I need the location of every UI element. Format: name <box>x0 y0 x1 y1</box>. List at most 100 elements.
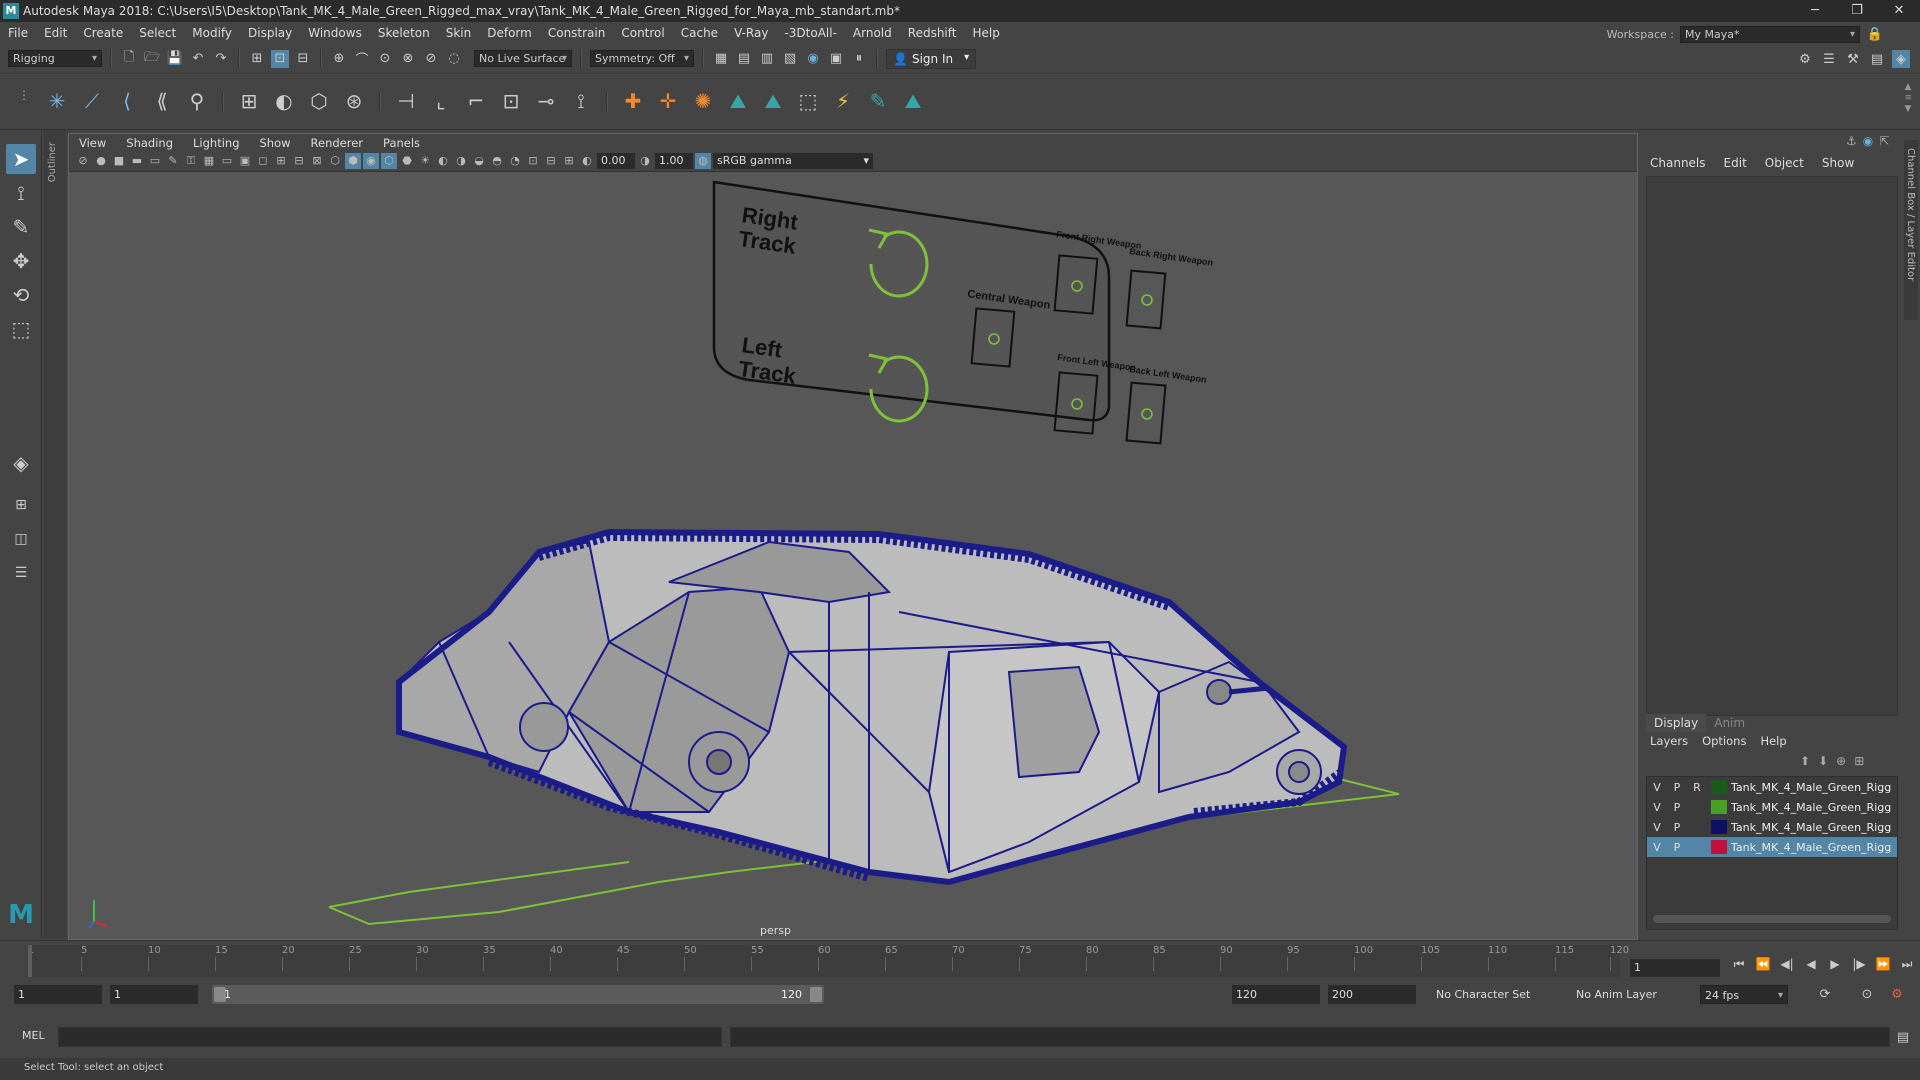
layer-editor-icon[interactable]: ◈ <box>1892 50 1910 68</box>
layer-row[interactable]: V P Tank_MK_4_Male_Green_Rigged <box>1647 817 1897 837</box>
auto-key-icon[interactable]: ⊙ <box>1858 985 1876 1003</box>
playback-end-field[interactable]: 120 <box>1232 985 1320 1004</box>
channel-options-icon[interactable]: ◉ <box>1863 134 1873 148</box>
restore-button[interactable]: ❐ <box>1836 0 1878 22</box>
color-space-dropdown[interactable]: sRGB gamma <box>713 153 873 169</box>
le-tab-display[interactable]: Display <box>1646 714 1707 732</box>
menu-3dtoall[interactable]: -3DtoAll- <box>776 26 844 40</box>
time-slider[interactable]: 1 5 10 15 20 25 30 35 40 45 50 55 60 65 … <box>0 940 1920 980</box>
single-perspective-icon[interactable]: ⊞ <box>6 490 36 520</box>
constraint-aim-icon[interactable]: ⊸ <box>533 88 559 114</box>
snap-grid-icon[interactable]: ⊕ <box>330 50 348 68</box>
layer-list-scrollbar[interactable] <box>1653 915 1891 923</box>
hypershade-icon[interactable]: ◉ <box>804 50 822 68</box>
expand-icon[interactable]: ⇱ <box>1879 134 1889 148</box>
humanik-icon[interactable]: ⚲ <box>184 88 210 114</box>
render-frame-icon[interactable]: ▦ <box>712 50 730 68</box>
paint-select-icon[interactable]: ✎ <box>6 212 36 242</box>
ik-spline-icon[interactable]: ⟨ <box>114 88 140 114</box>
layer-playback-toggle[interactable]: P <box>1667 801 1687 814</box>
tool-settings-icon[interactable]: ⚒ <box>1844 50 1862 68</box>
play-forward-icon[interactable]: ▶ <box>1826 957 1844 972</box>
loop-icon[interactable]: ⟳ <box>1816 985 1834 1003</box>
move-tool-icon[interactable]: ✥ <box>6 246 36 276</box>
ik-handle-icon[interactable]: ⟋ <box>79 88 105 114</box>
step-back-frame-icon[interactable]: ◀| <box>1778 957 1796 972</box>
color-management-icon[interactable]: ◍ <box>695 153 711 169</box>
camera-attr-icon[interactable]: ● <box>93 153 109 169</box>
menu-control[interactable]: Control <box>613 26 672 40</box>
menu-file[interactable]: File <box>0 26 36 40</box>
vp-menu-shading[interactable]: Shading <box>116 136 183 150</box>
sign-in-button[interactable]: 👤 Sign In <box>886 48 977 69</box>
layer-visibility-toggle[interactable]: V <box>1647 801 1667 814</box>
vp-menu-lighting[interactable]: Lighting <box>183 136 249 150</box>
minimize-button[interactable]: ─ <box>1794 0 1836 22</box>
step-back-key-icon[interactable]: ⏪ <box>1754 957 1772 972</box>
preferences-icon[interactable]: ⚙ <box>1888 985 1906 1003</box>
menu-set-dropdown[interactable]: Rigging <box>8 50 102 67</box>
cb-tab-show[interactable]: Show <box>1822 156 1854 170</box>
layer-visibility-toggle[interactable]: V <box>1647 781 1667 794</box>
snap-point-icon[interactable]: ⊙ <box>376 50 394 68</box>
shelf-options-icon[interactable]: ≡ <box>1904 93 1912 104</box>
pause-icon[interactable]: ⏸ <box>850 50 868 68</box>
live-surface-dropdown[interactable]: No Live Surface <box>474 50 572 67</box>
go-to-start-icon[interactable]: ⏮ <box>1730 957 1748 972</box>
scale-tool-icon[interactable]: ⬚ <box>6 314 36 344</box>
attribute-editor-icon[interactable]: ☰ <box>1820 50 1838 68</box>
gamma-field[interactable]: 1.00 <box>655 153 693 169</box>
smooth-shade-icon[interactable]: ⬢ <box>345 153 361 169</box>
xray-icon[interactable]: ⬣ <box>399 153 415 169</box>
layer-row[interactable]: V P R Tank_MK_4_Male_Green_Rigged <box>1647 777 1897 797</box>
cb-tab-channels[interactable]: Channels <box>1650 156 1706 170</box>
menu-deform[interactable]: Deform <box>479 26 540 40</box>
field-chart-icon[interactable]: ⊞ <box>273 153 289 169</box>
animation-start-field[interactable]: 1 <box>14 985 102 1004</box>
range-end-handle[interactable] <box>810 987 822 1002</box>
menu-skeleton[interactable]: Skeleton <box>370 26 438 40</box>
menu-redshift[interactable]: Redshift <box>900 26 965 40</box>
current-frame-field[interactable]: 1 <box>1630 959 1720 977</box>
lock-icon[interactable]: 🔒 <box>1866 25 1884 43</box>
menu-constrain[interactable]: Constrain <box>540 26 614 40</box>
exposure-field[interactable]: 0.00 <box>597 153 635 169</box>
symmetry-dropdown[interactable]: Symmetry: Off <box>590 50 694 67</box>
workspace-dropdown[interactable]: My Maya* <box>1680 25 1860 43</box>
mel-label[interactable]: MEL <box>22 1029 45 1042</box>
xray-active-icon[interactable]: ⊞ <box>561 153 577 169</box>
image-plane-icon[interactable]: ▬ <box>129 153 145 169</box>
move-layer-down-icon[interactable]: ⬇ <box>1818 754 1828 768</box>
layer-row[interactable]: V P Tank_MK_4_Male_Green_Rigged <box>1647 837 1897 857</box>
character-set-dropdown[interactable]: No Character Set <box>1436 985 1530 1004</box>
motion-blur-icon[interactable]: ◒ <box>471 153 487 169</box>
outliner-layout-icon[interactable]: ☰ <box>6 558 36 588</box>
rotate-tool-icon[interactable]: ⟲ <box>6 280 36 310</box>
snap-curve-icon[interactable]: ⌒ <box>353 50 371 68</box>
close-button[interactable]: ✕ <box>1878 0 1920 22</box>
move-layer-up-icon[interactable]: ⬆ <box>1800 754 1810 768</box>
gate-mask-icon[interactable]: ◻ <box>255 153 271 169</box>
camera-select-icon[interactable]: ⊘ <box>75 153 91 169</box>
menu-help[interactable]: Help <box>964 26 1007 40</box>
step-forward-frame-icon[interactable]: |▶ <box>1850 957 1868 972</box>
layer-visibility-toggle[interactable]: V <box>1647 821 1667 834</box>
vp-menu-show[interactable]: Show <box>250 136 301 150</box>
render-view-icon[interactable]: ▣ <box>827 50 845 68</box>
snap-surface-icon[interactable]: ⊘ <box>422 50 440 68</box>
playback-start-field[interactable]: 1 <box>110 985 198 1004</box>
script-editor-icon[interactable]: ▤ <box>1894 1028 1912 1046</box>
menu-vray[interactable]: V-Ray <box>726 26 776 40</box>
antialias-icon[interactable]: ◓ <box>489 153 505 169</box>
snap-icon[interactable]: ⚓ <box>1846 134 1857 148</box>
shadows-icon[interactable]: ◐ <box>435 153 451 169</box>
shelf-scroll-up-icon[interactable]: ▲ <box>1904 82 1912 93</box>
range-slider[interactable]: 1 120 <box>212 985 824 1004</box>
layer-display-type[interactable]: R <box>1687 781 1707 794</box>
grid-toggle-icon[interactable]: ▦ <box>201 153 217 169</box>
new-layer-selected-icon[interactable]: ⊞ <box>1854 754 1864 768</box>
layer-color-swatch[interactable] <box>1711 780 1727 794</box>
time-ruler[interactable]: 1 5 10 15 20 25 30 35 40 45 50 55 60 65 … <box>28 945 1629 977</box>
select-object-icon[interactable]: ⊡ <box>271 49 289 68</box>
scene-canvas[interactable]: Right Track Left Track Central Weapon Fr… <box>69 172 1637 939</box>
